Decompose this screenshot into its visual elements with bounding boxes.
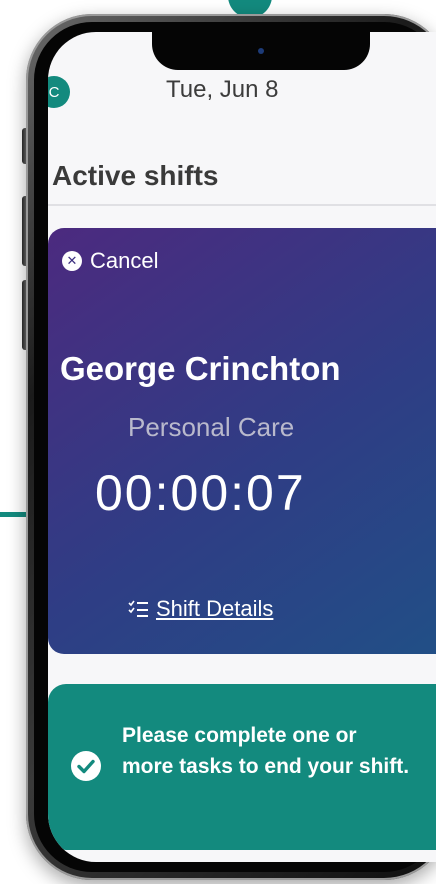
screenshot-stage: C Tue, Jun 8 Active shifts ✕ Cancel Geor… bbox=[0, 0, 436, 884]
phone-bezel: C Tue, Jun 8 Active shifts ✕ Cancel Geor… bbox=[34, 22, 436, 872]
client-name: George Crinchton bbox=[60, 350, 341, 387]
cancel-shift-button[interactable]: ✕ Cancel bbox=[62, 248, 158, 274]
current-date: Tue, Jun 8 bbox=[166, 76, 279, 103]
cancel-label: Cancel bbox=[90, 248, 159, 273]
user-avatar[interactable]: C bbox=[48, 76, 70, 108]
phone-notch bbox=[152, 32, 370, 70]
checklist-icon bbox=[128, 600, 148, 617]
shift-details-link[interactable]: Shift Details bbox=[128, 596, 273, 622]
phone-frame: C Tue, Jun 8 Active shifts ✕ Cancel Geor… bbox=[26, 14, 436, 880]
shift-details-label: Shift Details bbox=[156, 596, 274, 621]
task-notice-card: Please complete one or more tasks to end… bbox=[48, 684, 436, 850]
active-shift-card: ✕ Cancel George Crinchton Personal Care … bbox=[48, 228, 436, 654]
active-shifts-heading: Active shifts bbox=[52, 160, 219, 191]
front-camera bbox=[258, 48, 264, 54]
task-notice-message: Please complete one or more tasks to end… bbox=[122, 724, 410, 778]
app-screen: C Tue, Jun 8 Active shifts ✕ Cancel Geor… bbox=[48, 32, 436, 862]
close-circle-icon: ✕ bbox=[62, 251, 82, 271]
shift-timer: 00:00:07 bbox=[95, 465, 306, 521]
section-divider bbox=[48, 204, 436, 206]
service-type: Personal Care bbox=[128, 412, 295, 442]
check-circle-icon bbox=[71, 751, 101, 781]
